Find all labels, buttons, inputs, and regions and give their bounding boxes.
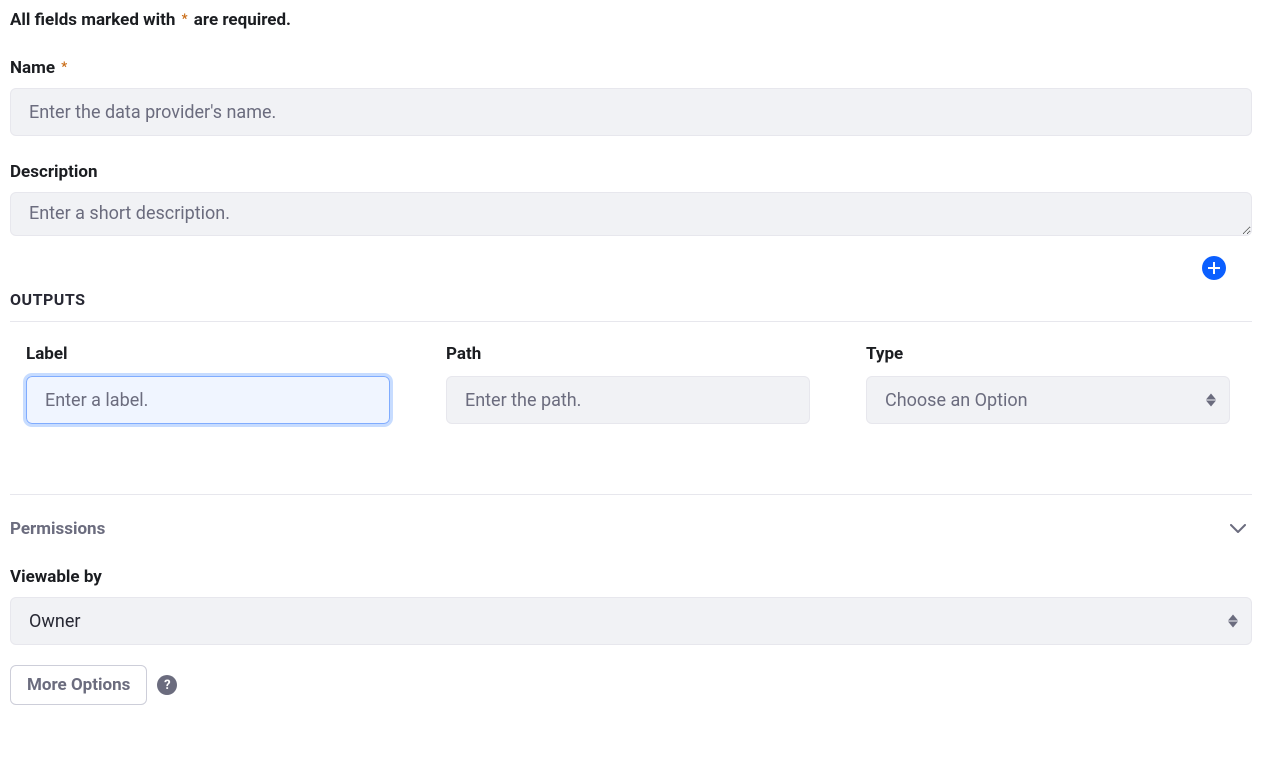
output-label-column: Label — [26, 344, 390, 424]
output-type-column: Type Choose an Option — [866, 344, 1230, 424]
viewable-by-value: Owner — [10, 597, 1252, 645]
chevron-down-icon — [1230, 524, 1246, 534]
outputs-section: OUTPUTS Label Path Type Choose an Option — [10, 290, 1252, 424]
permissions-title: Permissions — [10, 519, 105, 539]
name-label-text: Name — [10, 58, 55, 78]
output-path-column: Path — [446, 344, 810, 424]
more-options-button[interactable]: More Options — [10, 665, 147, 705]
asterisk-icon: * — [182, 12, 188, 27]
description-label: Description — [10, 162, 97, 182]
required-fields-note: All fields marked with * are required. — [10, 10, 1252, 30]
description-input[interactable] — [10, 192, 1252, 236]
permissions-section: Permissions Viewable by Owner More Optio… — [10, 494, 1252, 705]
name-input[interactable] — [10, 88, 1252, 136]
required-note-before: All fields marked with — [10, 10, 175, 30]
label-column-header: Label — [26, 344, 390, 364]
name-label: Name * — [10, 58, 69, 78]
plus-icon — [1208, 262, 1220, 274]
path-column-header: Path — [446, 344, 810, 364]
description-field-group: Description — [10, 162, 1252, 240]
add-output-button[interactable] — [1202, 256, 1226, 280]
viewable-by-label: Viewable by — [10, 567, 102, 587]
output-path-input[interactable] — [446, 376, 810, 424]
outputs-title: OUTPUTS — [10, 290, 1252, 322]
output-label-input[interactable] — [26, 376, 390, 424]
permissions-toggle[interactable]: Permissions — [10, 519, 1252, 539]
required-note-after: are required. — [194, 10, 291, 30]
outputs-row: Label Path Type Choose an Option — [10, 322, 1252, 424]
more-options-row: More Options ? — [10, 665, 1252, 705]
help-icon[interactable]: ? — [157, 675, 177, 695]
output-type-select-value: Choose an Option — [866, 376, 1230, 424]
type-column-header: Type — [866, 344, 1230, 364]
asterisk-icon: * — [61, 60, 67, 75]
viewable-by-select[interactable]: Owner — [10, 597, 1252, 645]
name-field-group: Name * — [10, 58, 1252, 136]
output-type-select[interactable]: Choose an Option — [866, 376, 1230, 424]
viewable-by-field: Viewable by Owner — [10, 567, 1252, 645]
